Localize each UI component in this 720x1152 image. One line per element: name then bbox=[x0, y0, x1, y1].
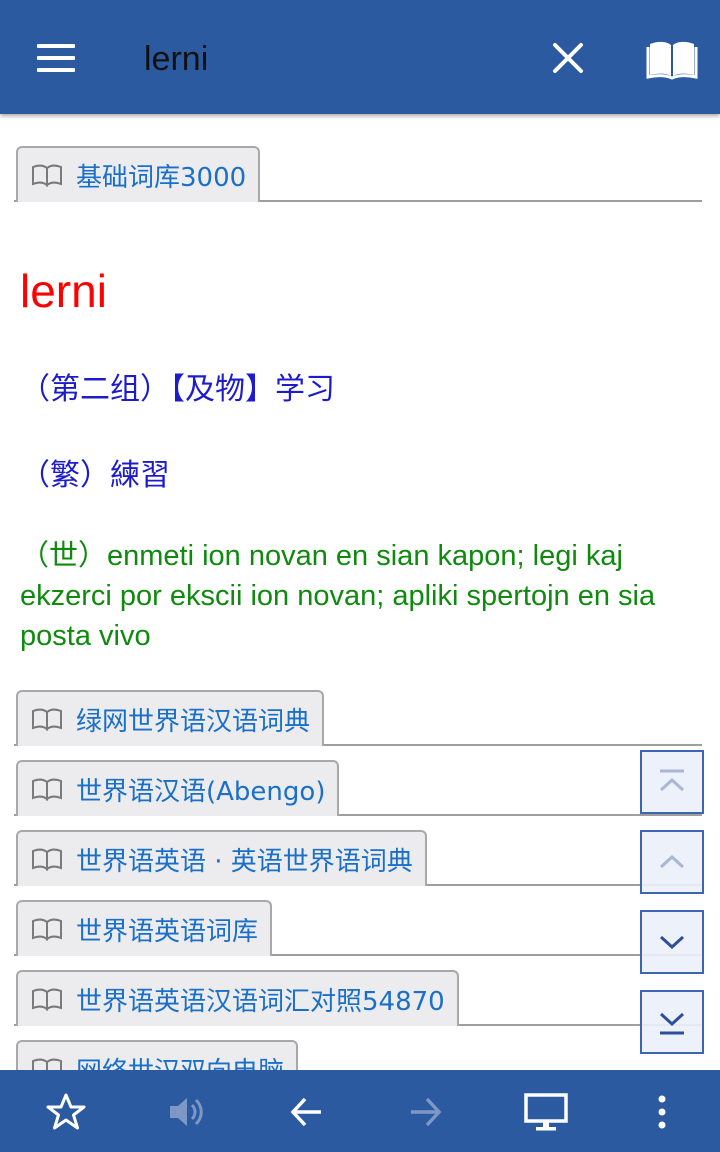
dictionary-tab[interactable]: 网络世汉双向电脑 bbox=[16, 1040, 299, 1071]
scroll-up-button[interactable] bbox=[640, 830, 704, 894]
back-arrow-icon bbox=[290, 1097, 321, 1127]
more-options-button[interactable] bbox=[634, 1084, 690, 1140]
search-query-text[interactable]: lerni bbox=[144, 36, 208, 82]
scroll-to-top-button[interactable] bbox=[640, 750, 704, 814]
pronounce-button[interactable] bbox=[158, 1084, 214, 1140]
monitor-icon bbox=[524, 1093, 568, 1131]
scroll-down-icon bbox=[659, 935, 685, 950]
close-icon bbox=[553, 43, 583, 73]
scroll-down-button[interactable] bbox=[640, 910, 704, 974]
bottom-toolbar bbox=[0, 1070, 720, 1152]
dictionary-header: 世界语英语汉语词汇对照54870 bbox=[14, 970, 702, 1026]
menu-button[interactable] bbox=[26, 30, 86, 86]
dictionary-header: 基础词库3000 bbox=[14, 146, 702, 202]
book-outline-icon bbox=[32, 164, 62, 187]
favorite-button[interactable] bbox=[38, 1084, 94, 1140]
scroll-to-bottom-icon bbox=[659, 1012, 685, 1035]
definition-line: （繁）練習 bbox=[20, 458, 170, 493]
dictionary-name: 世界语英语汉语词汇对照54870 bbox=[76, 986, 445, 1017]
open-book-icon bbox=[646, 41, 698, 80]
menu-icon-bar bbox=[37, 68, 75, 72]
clear-search-button[interactable] bbox=[540, 30, 596, 86]
dictionary-tab[interactable]: 基础词库3000 bbox=[16, 146, 261, 202]
app-root: lerni 基础词库3000 lerni （第二组）【及物】学习 （繁）練習 （… bbox=[0, 0, 720, 1152]
menu-icon-bar bbox=[37, 44, 75, 48]
definition-content[interactable]: 基础词库3000 lerni （第二组）【及物】学习 （繁）練習 （世）enme… bbox=[0, 114, 720, 1070]
dictionary-header: 世界语英语 · 英语世界语词典 bbox=[14, 830, 702, 886]
scroll-to-bottom-button[interactable] bbox=[640, 990, 704, 1054]
menu-icon-bar bbox=[37, 56, 75, 60]
book-outline-icon bbox=[32, 778, 62, 801]
forward-button[interactable] bbox=[398, 1084, 454, 1140]
back-button[interactable] bbox=[278, 1084, 334, 1140]
dictionary-header: 绿网世界语汉语词典 bbox=[14, 690, 702, 746]
dictionary-name: 网络世汉双向电脑 bbox=[76, 1051, 284, 1071]
scroll-to-top-icon bbox=[659, 769, 685, 792]
dictionary-header: 世界语英语词库 bbox=[14, 900, 702, 956]
dictionary-name: 基础词库3000 bbox=[76, 162, 247, 193]
definition-line: （世）enmeti ion novan en sian kapon; legi … bbox=[20, 540, 656, 652]
speaker-icon bbox=[170, 1098, 203, 1126]
dictionary-name: 绿网世界语汉语词典 bbox=[76, 706, 311, 737]
headword: lerni bbox=[20, 265, 107, 317]
dictionary-name: 世界语汉语(Abengo) bbox=[76, 776, 326, 807]
book-outline-icon bbox=[32, 918, 62, 941]
dictionary-tab[interactable]: 世界语英语词库 bbox=[16, 900, 273, 956]
forward-arrow-icon bbox=[411, 1097, 442, 1127]
dictionary-tab[interactable]: 世界语英语汉语词汇对照54870 bbox=[16, 970, 459, 1026]
dictionary-name: 世界语英语词库 bbox=[76, 916, 259, 947]
book-outline-icon bbox=[32, 988, 62, 1011]
top-app-bar: lerni bbox=[0, 0, 720, 114]
dictionary-tab[interactable]: 世界语汉语(Abengo) bbox=[16, 760, 340, 816]
dictionary-tab[interactable]: 世界语英语 · 英语世界语词典 bbox=[16, 830, 427, 886]
definition-line: （第二组）【及物】学习 bbox=[20, 372, 335, 407]
dictionary-select-button[interactable] bbox=[642, 30, 702, 86]
dictionary-header: 网络世汉双向电脑 bbox=[14, 1040, 702, 1070]
book-outline-icon bbox=[32, 708, 62, 731]
dictionary-header: 世界语汉语(Abengo) bbox=[14, 760, 702, 816]
dictionary-tab[interactable]: 绿网世界语汉语词典 bbox=[16, 690, 325, 746]
dictionary-name: 世界语英语 · 英语世界语词典 bbox=[76, 846, 413, 877]
star-icon bbox=[46, 1093, 86, 1130]
screen-mode-button[interactable] bbox=[518, 1084, 574, 1140]
more-vert-icon bbox=[658, 1095, 666, 1129]
book-outline-icon bbox=[32, 1058, 62, 1070]
book-outline-icon bbox=[32, 848, 62, 871]
scroll-up-icon bbox=[659, 854, 685, 869]
